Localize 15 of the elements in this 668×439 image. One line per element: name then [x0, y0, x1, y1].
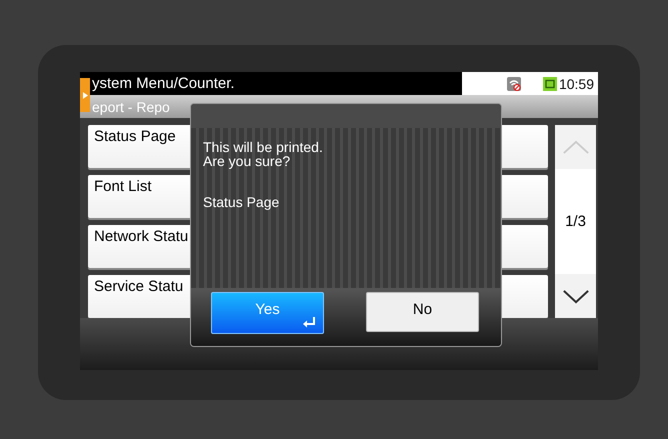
confirm-message: This will be printed. Are you sure? — [203, 140, 324, 168]
scroll-up-button[interactable] — [555, 125, 596, 169]
report-name: Status Page — [203, 194, 280, 210]
display-icon — [542, 76, 557, 90]
no-button[interactable]: No — [366, 292, 479, 332]
breadcrumb-text: eport - Repo — [91, 98, 170, 114]
menu-title: ystem Menu/Counter. — [91, 75, 235, 92]
chevron-down-icon — [562, 288, 590, 304]
page-indicator: 1/3 — [565, 213, 586, 230]
chevron-up-icon — [562, 140, 590, 154]
scroll-down-button[interactable] — [555, 274, 596, 318]
network-off-icon — [506, 76, 521, 90]
enter-icon — [303, 317, 317, 329]
side-tab-icon[interactable] — [80, 78, 90, 112]
clock-time: 10:59 — [558, 76, 594, 92]
